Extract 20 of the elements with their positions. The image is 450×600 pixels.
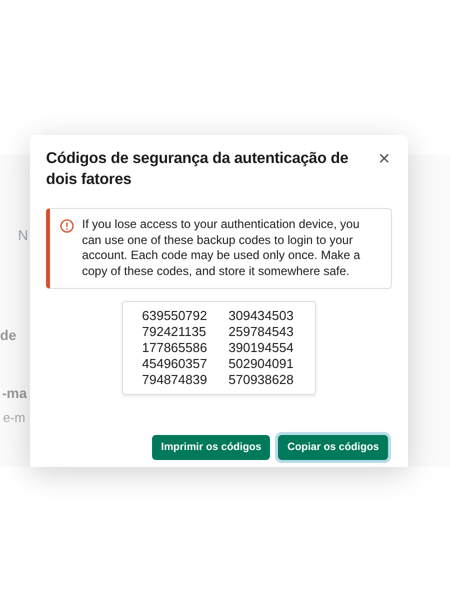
print-button[interactable]: Imprimir os códigos [152, 434, 270, 460]
backup-code: 570938628 [228, 372, 295, 388]
backup-code: 639550792 [142, 308, 208, 324]
backup-code: 502904091 [228, 356, 295, 372]
backup-code: 390194554 [228, 340, 295, 356]
close-button[interactable]: × [376, 149, 392, 169]
backup-code: 792421135 [142, 324, 208, 340]
warning-icon [60, 219, 74, 234]
warning-text: If you lose access to your authentication device, you can use one of these backup codes to login to your account. Each code may be used only once. Make a copy of these codes, and store it somewhere safe. [82, 217, 362, 280]
copy-button[interactable]: Copiar os códigos [278, 434, 388, 460]
backup-code: 794874839 [142, 372, 208, 388]
tab-label: N [18, 226, 28, 245]
backup-code: 177865586 [142, 340, 208, 356]
backup-code: 259784543 [228, 324, 295, 340]
setting-description: e-m [3, 409, 26, 427]
setting-heading: -ma [2, 384, 27, 403]
backup-code: 309434503 [228, 308, 295, 324]
backup-code: 454960357 [142, 356, 208, 372]
setting-heading: de [0, 326, 16, 345]
dialog-title: Códigos de segurança da autenticação de dois fatores [46, 149, 350, 190]
